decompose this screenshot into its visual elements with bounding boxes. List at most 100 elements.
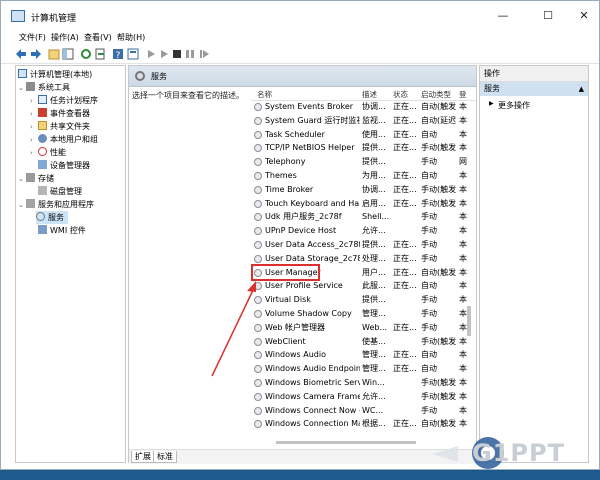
start-service-icon[interactable] bbox=[145, 48, 157, 60]
service-gear-icon bbox=[254, 227, 262, 236]
service-status: 正在... bbox=[393, 419, 417, 429]
service-status: 正在... bbox=[393, 322, 417, 332]
tree-services-apps[interactable]: ⌄ 服务和应用程序 bbox=[18, 198, 94, 211]
service-row[interactable]: Udk 用户服务_2c78f Shell... 手动本 bbox=[251, 210, 467, 224]
more-actions-link[interactable]: ▶ 更多操作 bbox=[489, 100, 530, 111]
help-icon[interactable]: ? bbox=[112, 48, 124, 60]
tree-performance-label: 性能 bbox=[50, 148, 66, 157]
column-log-on-as[interactable]: 登 bbox=[459, 89, 467, 100]
menu-bar: 文件(F) 操作(A) 查看(V) 帮助(H) bbox=[1, 31, 599, 45]
service-row[interactable]: System Events Broker协调...正在...自动(触发...本 bbox=[251, 100, 467, 114]
tree-disk-management-label: 磁盘管理 bbox=[50, 187, 82, 196]
tree-event-viewer[interactable]: › 事件查看器 bbox=[30, 107, 90, 120]
menu-help[interactable]: 帮助(H) bbox=[117, 32, 145, 43]
service-row[interactable]: System Guard 运行时监视...监视...正在...自动(延迟...本 bbox=[251, 114, 467, 128]
refresh-icon[interactable] bbox=[80, 48, 92, 60]
chevron-down-icon[interactable]: ⌄ bbox=[18, 82, 26, 95]
close-button[interactable]: ✕ bbox=[569, 6, 599, 26]
tree-device-manager[interactable]: 设备管理器 bbox=[38, 159, 90, 172]
service-row[interactable]: Touch Keyboard and Ha...启用... 正在... 手动(触发.… bbox=[251, 197, 467, 211]
start-service-alt-icon[interactable] bbox=[158, 48, 170, 60]
tree-shared-folders[interactable]: › 共享文件夹 bbox=[30, 120, 90, 133]
service-gear-icon bbox=[254, 420, 262, 429]
service-row[interactable]: Windows Audio 管理... 正在... 自动本 bbox=[251, 348, 467, 362]
menu-file[interactable]: 文件(F) bbox=[19, 32, 46, 43]
show-hide-tree-icon[interactable] bbox=[62, 48, 74, 60]
tab-extended[interactable]: 扩展 bbox=[131, 451, 155, 463]
service-startup-type: 自动(触发... bbox=[421, 419, 457, 429]
service-description-cell: 提供... bbox=[362, 295, 386, 305]
service-description-cell: 提供... bbox=[362, 240, 386, 249]
service-row[interactable]: Windows Audio Endpoint...管理...正在...自动本 bbox=[251, 362, 467, 376]
column-description[interactable]: 描述 bbox=[362, 89, 377, 100]
minimize-button[interactable]: — bbox=[488, 6, 518, 26]
stop-service-icon[interactable] bbox=[171, 48, 183, 60]
service-description-cell: 允许... bbox=[362, 226, 386, 236]
service-row[interactable]: UPnP Device Host 允许... 手动本 bbox=[251, 224, 467, 238]
export-list-icon[interactable] bbox=[94, 48, 106, 60]
services-apps-icon bbox=[26, 199, 35, 208]
computer-management-icon bbox=[11, 10, 25, 22]
service-row[interactable]: Task Scheduler 使用... 正在... 自动本 bbox=[251, 128, 467, 142]
service-status: 正在... bbox=[393, 115, 417, 125]
tree-system-tools[interactable]: ⌄ 系统工具 bbox=[18, 81, 70, 94]
actions-section-services[interactable]: 服务 ▲ bbox=[480, 82, 588, 96]
pause-service-icon[interactable] bbox=[184, 48, 196, 60]
service-startup-type: 手动 bbox=[421, 253, 437, 263]
service-row[interactable]: Windows Connect Now -... WC... 手动本 bbox=[251, 404, 467, 418]
watermark-text: G1PPT bbox=[472, 439, 565, 467]
service-row[interactable]: User Data Access_2c78f 提供... 正在... 手动本 bbox=[251, 238, 467, 252]
service-row[interactable]: Windows Camera Frame ...允许...手动(触发...本 bbox=[251, 390, 467, 404]
service-name: System Events Broker bbox=[265, 102, 354, 111]
menu-action[interactable]: 操作(A) bbox=[51, 32, 79, 43]
service-row[interactable]: Web 帐户管理器 Web... 正在... 手动本 bbox=[251, 321, 467, 335]
tab-standard[interactable]: 标准 bbox=[153, 451, 177, 463]
computer-management-window: 计算机管理 — ☐ ✕ 文件(F) 操作(A) 查看(V) 帮助(H) ? 计算… bbox=[0, 0, 600, 470]
restart-service-icon[interactable] bbox=[198, 48, 210, 60]
service-description: 选择一个项目来查看它的描述。 bbox=[132, 91, 244, 100]
service-name: Volume Shadow Copy bbox=[265, 309, 352, 318]
service-row[interactable]: Windows Biometric Servi...Win... 手动(触发...… bbox=[251, 376, 467, 390]
gear-icon bbox=[135, 71, 145, 81]
title-bar: 计算机管理 — ☐ ✕ bbox=[1, 1, 599, 31]
service-row[interactable]: Virtual Disk 提供... 手动本 bbox=[251, 293, 467, 307]
tree-wmi[interactable]: WMI 控件 bbox=[38, 224, 86, 237]
horizontal-scrollbar-thumb[interactable] bbox=[276, 441, 416, 444]
service-row[interactable]: Volume Shadow Copy 管理... 手动本 bbox=[251, 307, 467, 321]
service-row[interactable]: Time Broker协调...正在...手动(触发...本 bbox=[251, 183, 467, 197]
services-header: 服务 bbox=[129, 66, 476, 87]
column-startup-type[interactable]: 启动类型 bbox=[421, 89, 451, 100]
service-description-cell: 监视... bbox=[362, 115, 386, 125]
service-startup-type: 手动(触发... bbox=[421, 143, 457, 153]
tree-performance[interactable]: › 性能 bbox=[30, 146, 66, 159]
column-status[interactable]: 状态 bbox=[393, 89, 408, 100]
service-row[interactable]: Windows Connection Ma...根据... 正在... 自动(触发.… bbox=[251, 417, 467, 431]
maximize-button[interactable]: ☐ bbox=[533, 6, 563, 26]
tree-task-scheduler[interactable]: › 任务计划程序 bbox=[30, 94, 98, 107]
chevron-right-icon[interactable]: › bbox=[30, 147, 38, 160]
tree-disk-management[interactable]: 磁盘管理 bbox=[38, 185, 82, 198]
service-row[interactable]: WebClient使基...手动(触发...本 bbox=[251, 335, 467, 349]
service-name: Windows Biometric Servi... bbox=[265, 378, 360, 387]
vertical-scrollbar-thumb[interactable] bbox=[467, 306, 471, 336]
service-description-cell: 使用... bbox=[362, 129, 386, 139]
back-icon[interactable] bbox=[15, 48, 27, 60]
chevron-down-icon[interactable]: ⌄ bbox=[18, 173, 26, 186]
service-row[interactable]: Telephony 提供... 手动网 bbox=[251, 155, 467, 169]
column-name[interactable]: 名称 bbox=[257, 89, 272, 100]
tree-local-users[interactable]: › 本地用户和组 bbox=[30, 133, 98, 146]
menu-view[interactable]: 查看(V) bbox=[84, 32, 112, 43]
tree-storage[interactable]: ⌄ 存储 bbox=[18, 172, 54, 185]
properties-icon[interactable] bbox=[127, 48, 139, 60]
service-row[interactable]: User Profile Service 此服... 正在... 自动本 bbox=[251, 279, 467, 293]
tree-root[interactable]: 计算机管理(本地) bbox=[18, 68, 92, 81]
collapse-up-icon[interactable]: ▲ bbox=[579, 82, 584, 96]
service-row[interactable]: TCP/IP NetBIOS Helper提供...正在...手动(触发...本 bbox=[251, 141, 467, 155]
chevron-down-icon[interactable]: ⌄ bbox=[18, 199, 26, 212]
up-level-icon[interactable] bbox=[48, 48, 60, 60]
service-row[interactable]: Themes 为用... 正在... 自动本 bbox=[251, 169, 467, 183]
tree-services[interactable]: 服务 bbox=[36, 211, 68, 224]
service-startup-type: 自动(触发... bbox=[421, 102, 457, 111]
forward-icon[interactable] bbox=[30, 48, 42, 60]
vertical-scrollbar[interactable] bbox=[464, 100, 474, 430]
